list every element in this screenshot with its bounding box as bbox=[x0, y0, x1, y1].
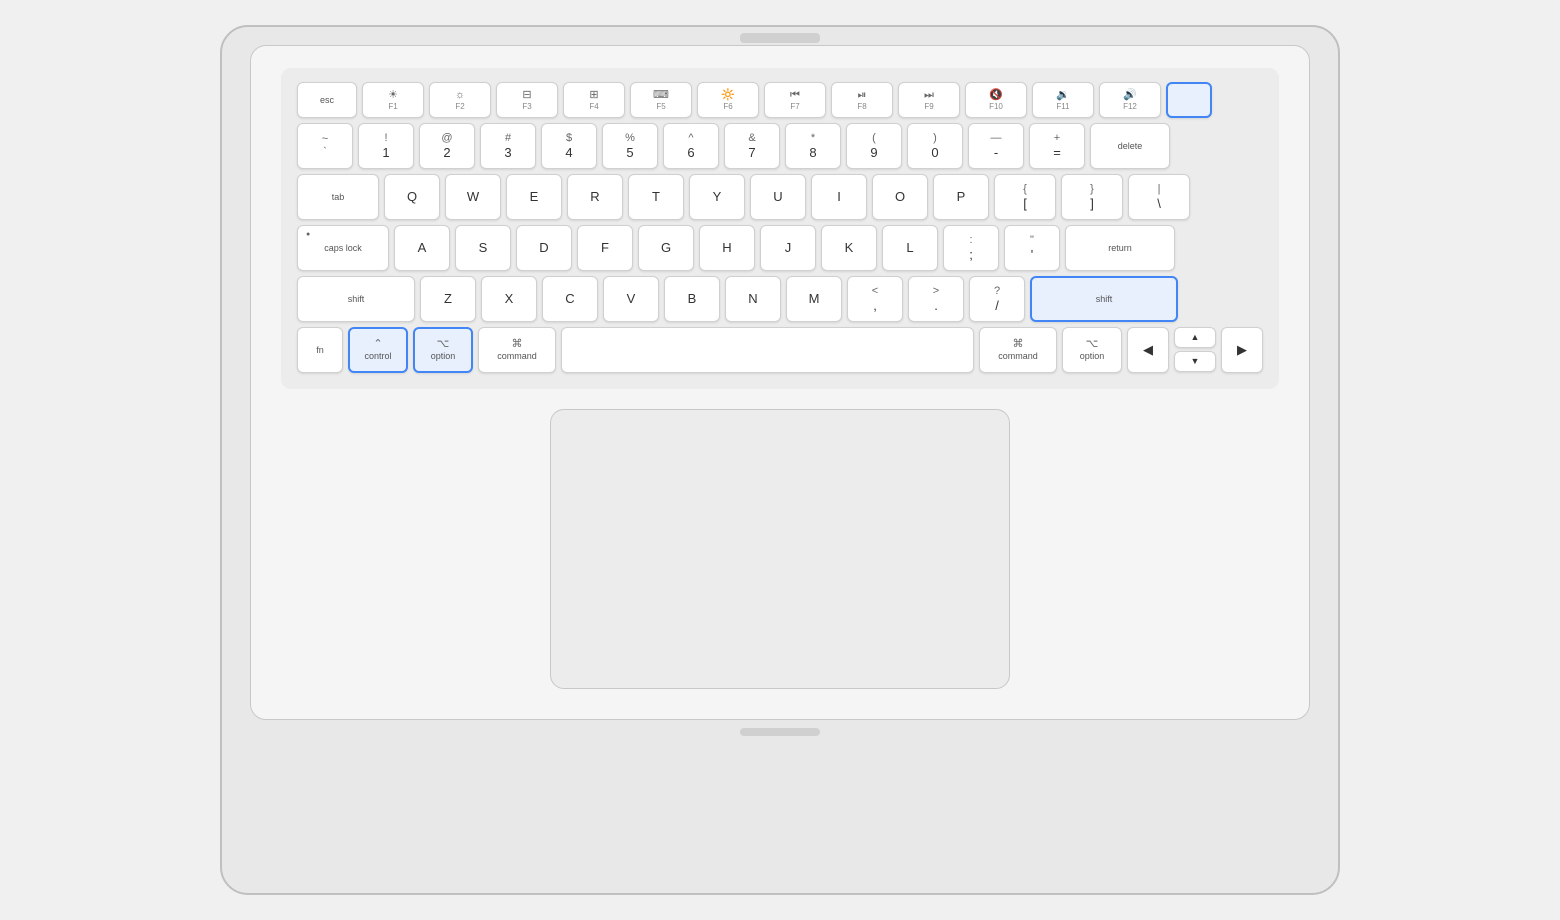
key-q[interactable]: Q bbox=[384, 174, 440, 220]
key-command-right[interactable]: ⌘ command bbox=[979, 327, 1057, 373]
key-i[interactable]: I bbox=[811, 174, 867, 220]
key-p[interactable]: P bbox=[933, 174, 989, 220]
laptop-bottom-bar bbox=[740, 728, 820, 736]
key-t[interactable]: T bbox=[628, 174, 684, 220]
key-f3[interactable]: ⊟ F3 bbox=[496, 82, 558, 118]
key-f7[interactable]: ⏮ F7 bbox=[764, 82, 826, 118]
key-shift-right[interactable]: shift bbox=[1030, 276, 1178, 322]
number-row: ~ ` ! 1 @ 2 # 3 $ 4 bbox=[297, 123, 1263, 169]
key-2[interactable]: @ 2 bbox=[419, 123, 475, 169]
key-b[interactable]: B bbox=[664, 276, 720, 322]
key-period[interactable]: > . bbox=[908, 276, 964, 322]
key-minus[interactable]: — - bbox=[968, 123, 1024, 169]
key-1[interactable]: ! 1 bbox=[358, 123, 414, 169]
key-delete[interactable]: delete bbox=[1090, 123, 1170, 169]
key-a[interactable]: A bbox=[394, 225, 450, 271]
key-fn[interactable]: fn bbox=[297, 327, 343, 373]
key-bracket-l[interactable]: { [ bbox=[994, 174, 1056, 220]
key-quote[interactable]: " ' bbox=[1004, 225, 1060, 271]
key-j[interactable]: J bbox=[760, 225, 816, 271]
key-f8[interactable]: ⏯ F8 bbox=[831, 82, 893, 118]
key-u[interactable]: U bbox=[750, 174, 806, 220]
key-f12[interactable]: 🔊 F12 bbox=[1099, 82, 1161, 118]
asdf-row: ● caps lock A S D F G H J K L : ; " ' bbox=[297, 225, 1263, 271]
key-g[interactable]: G bbox=[638, 225, 694, 271]
key-f2[interactable]: ☼ F2 bbox=[429, 82, 491, 118]
key-y[interactable]: Y bbox=[689, 174, 745, 220]
key-c[interactable]: C bbox=[542, 276, 598, 322]
laptop-inner: esc ☀ F1 ☼ F2 ⊟ F3 ⊞ F4 bbox=[250, 45, 1310, 720]
zxcv-row: shift Z X C V B N M < , > . ? bbox=[297, 276, 1263, 322]
key-semicolon[interactable]: : ; bbox=[943, 225, 999, 271]
key-control[interactable]: ⌃ control bbox=[348, 327, 408, 373]
key-f11[interactable]: 🔉 F11 bbox=[1032, 82, 1094, 118]
key-arrow-up[interactable]: ▲ bbox=[1174, 327, 1216, 348]
key-shift-left[interactable]: shift bbox=[297, 276, 415, 322]
key-n[interactable]: N bbox=[725, 276, 781, 322]
key-v[interactable]: V bbox=[603, 276, 659, 322]
key-k[interactable]: K bbox=[821, 225, 877, 271]
key-option-left[interactable]: ⌥ option bbox=[413, 327, 473, 373]
key-tilde[interactable]: ~ ` bbox=[297, 123, 353, 169]
fkey-row: esc ☀ F1 ☼ F2 ⊟ F3 ⊞ F4 bbox=[297, 82, 1263, 118]
key-slash[interactable]: ? / bbox=[969, 276, 1025, 322]
key-w[interactable]: W bbox=[445, 174, 501, 220]
key-e[interactable]: E bbox=[506, 174, 562, 220]
key-o[interactable]: O bbox=[872, 174, 928, 220]
key-z[interactable]: Z bbox=[420, 276, 476, 322]
arrow-up-down-col: ▲ ▼ bbox=[1174, 327, 1216, 373]
key-caps-lock[interactable]: ● caps lock bbox=[297, 225, 389, 271]
key-8[interactable]: * 8 bbox=[785, 123, 841, 169]
key-r[interactable]: R bbox=[567, 174, 623, 220]
trackpad[interactable] bbox=[550, 409, 1010, 689]
key-0[interactable]: ) 0 bbox=[907, 123, 963, 169]
key-comma[interactable]: < , bbox=[847, 276, 903, 322]
key-tab[interactable]: tab bbox=[297, 174, 379, 220]
key-space[interactable] bbox=[561, 327, 974, 373]
key-d[interactable]: D bbox=[516, 225, 572, 271]
key-equals[interactable]: + = bbox=[1029, 123, 1085, 169]
key-f1[interactable]: ☀ F1 bbox=[362, 82, 424, 118]
bottom-row: fn ⌃ control ⌥ option ⌘ command ⌘ comma bbox=[297, 327, 1263, 373]
key-h[interactable]: H bbox=[699, 225, 755, 271]
key-7[interactable]: & 7 bbox=[724, 123, 780, 169]
laptop-body: esc ☀ F1 ☼ F2 ⊟ F3 ⊞ F4 bbox=[220, 25, 1340, 895]
key-f4[interactable]: ⊞ F4 bbox=[563, 82, 625, 118]
key-bracket-r[interactable]: } ] bbox=[1061, 174, 1123, 220]
key-6[interactable]: ^ 6 bbox=[663, 123, 719, 169]
laptop-hinge bbox=[740, 33, 820, 43]
keyboard: esc ☀ F1 ☼ F2 ⊟ F3 ⊞ F4 bbox=[281, 68, 1279, 389]
key-s[interactable]: S bbox=[455, 225, 511, 271]
qwerty-row: tab Q W E R T Y U I O P { [ } ] bbox=[297, 174, 1263, 220]
key-esc[interactable]: esc bbox=[297, 82, 357, 118]
key-x[interactable]: X bbox=[481, 276, 537, 322]
key-backslash[interactable]: | \ bbox=[1128, 174, 1190, 220]
key-5[interactable]: % 5 bbox=[602, 123, 658, 169]
key-arrow-down[interactable]: ▼ bbox=[1174, 351, 1216, 372]
key-m[interactable]: M bbox=[786, 276, 842, 322]
key-l[interactable]: L bbox=[882, 225, 938, 271]
key-f10[interactable]: 🔇 F10 bbox=[965, 82, 1027, 118]
key-return[interactable]: return bbox=[1065, 225, 1175, 271]
key-arrow-right[interactable]: ▶ bbox=[1221, 327, 1263, 373]
key-9[interactable]: ( 9 bbox=[846, 123, 902, 169]
key-f6[interactable]: 🔆 F6 bbox=[697, 82, 759, 118]
key-command-left[interactable]: ⌘ command bbox=[478, 327, 556, 373]
key-f[interactable]: F bbox=[577, 225, 633, 271]
key-f5[interactable]: ⌨ F5 bbox=[630, 82, 692, 118]
key-3[interactable]: # 3 bbox=[480, 123, 536, 169]
key-option-right[interactable]: ⌥ option bbox=[1062, 327, 1122, 373]
key-arrow-left[interactable]: ◀ bbox=[1127, 327, 1169, 373]
key-power[interactable] bbox=[1166, 82, 1212, 118]
key-f9[interactable]: ⏭ F9 bbox=[898, 82, 960, 118]
key-4[interactable]: $ 4 bbox=[541, 123, 597, 169]
